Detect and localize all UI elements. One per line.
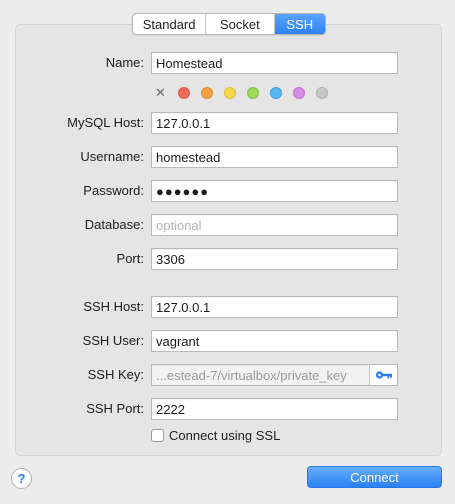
username-field[interactable]: homestead [151, 146, 398, 168]
color-orange[interactable] [201, 87, 213, 99]
password-field[interactable]: ●●●●●● [151, 180, 398, 202]
mysql-host-field[interactable]: 127.0.0.1 [151, 112, 398, 134]
ssh-port-row: SSH Port: 2222 [0, 398, 455, 420]
color-red[interactable] [178, 87, 190, 99]
ssl-checkbox[interactable] [151, 428, 164, 442]
tab-standard[interactable]: Standard [133, 14, 207, 34]
port-field[interactable]: 3306 [151, 248, 398, 270]
color-purple[interactable] [293, 87, 305, 99]
help-icon[interactable]: ? [11, 468, 32, 489]
tab-socket[interactable]: Socket [206, 14, 275, 34]
mysql-host-row: MySQL Host: 127.0.0.1 [0, 112, 455, 134]
name-label: Name: [105, 55, 144, 70]
mysql-host-label: MySQL Host: [67, 115, 144, 130]
color-gray[interactable] [316, 87, 328, 99]
database-row: Database: optional [0, 214, 455, 236]
name-field[interactable]: Homestead [151, 52, 398, 74]
port-label: Port: [116, 251, 144, 266]
ssl-checkbox-label: Connect using SSL [169, 427, 281, 443]
key-icon [375, 371, 392, 379]
choose-key-button[interactable] [369, 364, 398, 386]
color-tag-picker: ✕ [155, 86, 339, 100]
ssh-host-label: SSH Host: [83, 299, 144, 314]
ssh-user-field[interactable]: vagrant [151, 330, 398, 352]
ssh-user-label: SSH User: [82, 333, 144, 348]
ssh-user-row: SSH User: vagrant [0, 330, 455, 352]
connection-type-tabs: Standard Socket SSH [132, 13, 326, 35]
username-row: Username: homestead [0, 146, 455, 168]
ssh-port-field[interactable]: 2222 [151, 398, 398, 420]
ssh-host-row: SSH Host: 127.0.0.1 [0, 296, 455, 318]
port-row: Port: 3306 [0, 248, 455, 270]
connect-button[interactable]: Connect [307, 466, 442, 488]
ssh-key-label: SSH Key: [87, 367, 144, 382]
database-field[interactable]: optional [151, 214, 398, 236]
color-green[interactable] [247, 87, 259, 99]
ssh-key-field: ...estead-7/virtualbox/private_key [151, 364, 370, 386]
ssh-host-field[interactable]: 127.0.0.1 [151, 296, 398, 318]
username-label: Username: [80, 149, 144, 164]
name-row: Name: Homestead [0, 52, 455, 74]
color-yellow[interactable] [224, 87, 236, 99]
ssl-checkbox-row[interactable]: Connect using SSL [151, 427, 280, 443]
password-row: Password: ●●●●●● [0, 180, 455, 202]
color-blue[interactable] [270, 87, 282, 99]
x-icon[interactable]: ✕ [155, 86, 167, 100]
password-label: Password: [83, 183, 144, 198]
ssh-key-row: SSH Key: ...estead-7/virtualbox/private_… [0, 364, 455, 386]
tab-ssh[interactable]: SSH [274, 14, 325, 34]
database-label: Database: [84, 217, 144, 232]
ssh-port-label: SSH Port: [86, 401, 144, 416]
